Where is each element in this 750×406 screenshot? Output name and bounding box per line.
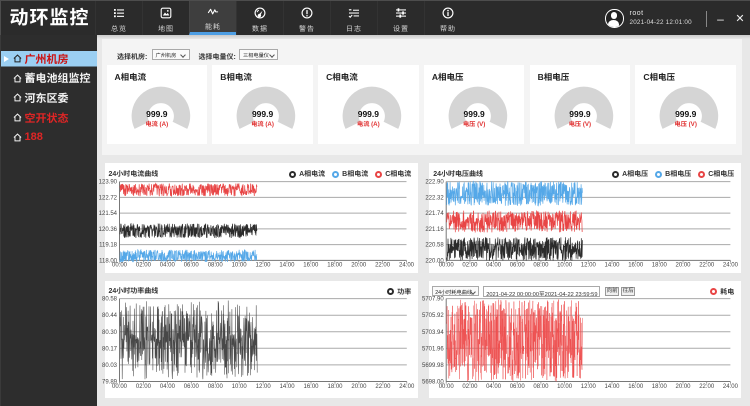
svg-text:10:00: 10:00 bbox=[231, 383, 247, 389]
svg-text:12:00: 12:00 bbox=[255, 263, 271, 269]
svg-text:04:00: 04:00 bbox=[486, 263, 502, 269]
svg-text:02:00: 02:00 bbox=[135, 263, 151, 269]
svg-text:5703.94: 5703.94 bbox=[422, 329, 444, 335]
svg-text:222.32: 222.32 bbox=[426, 195, 445, 201]
svg-text:06:00: 06:00 bbox=[183, 263, 199, 269]
svg-text:221.16: 221.16 bbox=[426, 227, 445, 233]
svg-text:00:00: 00:00 bbox=[111, 383, 127, 389]
svg-text:10:00: 10:00 bbox=[557, 383, 573, 389]
svg-text:22:00: 22:00 bbox=[375, 383, 391, 389]
svg-text:80.30: 80.30 bbox=[101, 329, 117, 335]
svg-text:08:00: 08:00 bbox=[534, 263, 550, 269]
svg-text:12:00: 12:00 bbox=[581, 383, 597, 389]
svg-text:18:00: 18:00 bbox=[327, 383, 343, 389]
svg-text:80.03: 80.03 bbox=[101, 363, 117, 369]
svg-text:20:00: 20:00 bbox=[676, 383, 692, 389]
svg-text:18:00: 18:00 bbox=[327, 263, 343, 269]
svg-text:16:00: 16:00 bbox=[303, 383, 319, 389]
svg-text:18:00: 18:00 bbox=[652, 383, 668, 389]
svg-text:06:00: 06:00 bbox=[510, 263, 526, 269]
svg-text:14:00: 14:00 bbox=[279, 383, 295, 389]
svg-text:16:00: 16:00 bbox=[628, 263, 644, 269]
svg-text:16:00: 16:00 bbox=[303, 263, 319, 269]
svg-text:04:00: 04:00 bbox=[159, 263, 175, 269]
svg-text:02:00: 02:00 bbox=[463, 263, 479, 269]
svg-text:02:00: 02:00 bbox=[135, 383, 151, 389]
svg-text:22:00: 22:00 bbox=[699, 263, 715, 269]
svg-text:22:00: 22:00 bbox=[699, 383, 715, 389]
svg-text:5701.96: 5701.96 bbox=[422, 346, 444, 352]
svg-text:20:00: 20:00 bbox=[351, 263, 367, 269]
svg-text:22:00: 22:00 bbox=[375, 263, 391, 269]
svg-text:08:00: 08:00 bbox=[534, 383, 550, 389]
svg-text:12:00: 12:00 bbox=[581, 263, 597, 269]
svg-text:08:00: 08:00 bbox=[207, 263, 223, 269]
svg-text:20:00: 20:00 bbox=[676, 263, 692, 269]
svg-text:80.17: 80.17 bbox=[101, 346, 117, 352]
svg-text:222.90: 222.90 bbox=[426, 180, 445, 186]
svg-text:221.74: 221.74 bbox=[426, 211, 445, 217]
svg-text:5707.90: 5707.90 bbox=[422, 296, 444, 302]
svg-text:10:00: 10:00 bbox=[557, 263, 573, 269]
svg-text:12:00: 12:00 bbox=[255, 383, 271, 389]
svg-text:00:00: 00:00 bbox=[111, 263, 127, 269]
svg-text:5699.98: 5699.98 bbox=[422, 363, 444, 369]
svg-text:24:00: 24:00 bbox=[723, 263, 739, 269]
svg-text:00:00: 00:00 bbox=[439, 383, 455, 389]
svg-text:122.72: 122.72 bbox=[98, 195, 117, 201]
svg-text:80.44: 80.44 bbox=[101, 313, 117, 319]
svg-text:02:00: 02:00 bbox=[463, 383, 479, 389]
svg-text:123.90: 123.90 bbox=[98, 180, 117, 186]
svg-text:14:00: 14:00 bbox=[279, 263, 295, 269]
svg-text:06:00: 06:00 bbox=[510, 383, 526, 389]
svg-text:14:00: 14:00 bbox=[605, 383, 621, 389]
svg-text:24:00: 24:00 bbox=[723, 383, 739, 389]
svg-text:5705.92: 5705.92 bbox=[422, 313, 444, 319]
svg-text:06:00: 06:00 bbox=[183, 383, 199, 389]
svg-text:220.58: 220.58 bbox=[426, 243, 445, 249]
svg-text:10:00: 10:00 bbox=[231, 263, 247, 269]
svg-text:20:00: 20:00 bbox=[351, 383, 367, 389]
svg-text:16:00: 16:00 bbox=[628, 383, 644, 389]
svg-text:120.36: 120.36 bbox=[98, 227, 117, 233]
svg-text:121.54: 121.54 bbox=[98, 211, 117, 217]
svg-text:80.58: 80.58 bbox=[101, 296, 117, 302]
svg-text:24:00: 24:00 bbox=[398, 263, 414, 269]
svg-text:00:00: 00:00 bbox=[439, 263, 455, 269]
svg-text:04:00: 04:00 bbox=[159, 383, 175, 389]
svg-text:08:00: 08:00 bbox=[207, 383, 223, 389]
svg-text:14:00: 14:00 bbox=[605, 263, 621, 269]
svg-text:18:00: 18:00 bbox=[652, 263, 668, 269]
svg-text:04:00: 04:00 bbox=[486, 383, 502, 389]
svg-text:119.18: 119.18 bbox=[99, 243, 118, 249]
svg-text:24:00: 24:00 bbox=[399, 383, 415, 389]
